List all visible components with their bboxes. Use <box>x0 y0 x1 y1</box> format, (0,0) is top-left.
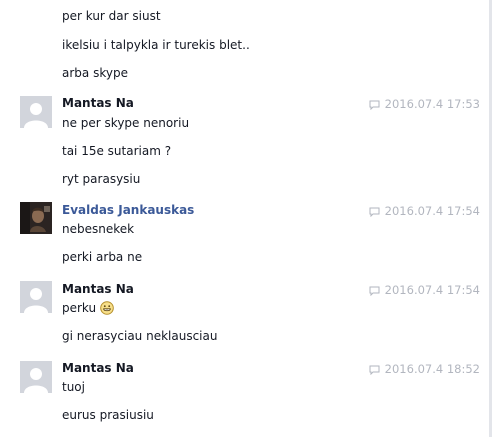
avatar[interactable] <box>20 281 52 313</box>
message-timestamp[interactable]: 2016.07.4 18:52 <box>369 361 480 377</box>
message-text: ne per skype nenoriu <box>62 116 190 130</box>
message-text: perku <box>62 301 97 315</box>
sender-name[interactable]: Mantas Na <box>62 95 134 111</box>
chat-bubble-icon <box>369 100 380 110</box>
grin-emoji-icon <box>100 301 114 315</box>
message-text: eurus prasiusiu <box>62 408 154 422</box>
timestamp-text: 2016.07.4 17:54 <box>384 283 480 297</box>
sender-name[interactable]: Evaldas Jankauskas <box>62 202 194 218</box>
timestamp-text: 2016.07.4 17:54 <box>384 204 480 218</box>
timestamp-text: 2016.07.4 18:52 <box>384 362 480 376</box>
chat-bubble-icon <box>369 286 380 296</box>
sender-name[interactable]: Mantas Na <box>62 281 134 297</box>
avatar[interactable] <box>20 96 52 128</box>
message-text: per kur dar siust <box>62 9 161 23</box>
chat-bubble-icon <box>369 365 380 375</box>
avatar[interactable] <box>20 202 52 234</box>
message-text: tuoj <box>62 380 85 394</box>
message-with-emoji: perku <box>62 300 114 316</box>
profile-photo-icon <box>20 202 52 234</box>
message-text: tai 15e sutariam ? <box>62 144 172 158</box>
default-avatar-icon <box>20 96 52 128</box>
chat-bubble-icon <box>369 207 380 217</box>
message-text: gi nerasyciau neklausciau <box>62 329 218 343</box>
message-timestamp[interactable]: 2016.07.4 17:54 <box>369 282 480 298</box>
message-timestamp[interactable]: 2016.07.4 17:53 <box>369 96 480 112</box>
message-text: ryt parasysiu <box>62 172 141 186</box>
sender-name[interactable]: Mantas Na <box>62 360 134 376</box>
default-avatar-icon <box>20 361 52 393</box>
message-text: arba skype <box>62 66 128 80</box>
message-timestamp[interactable]: 2016.07.4 17:54 <box>369 203 480 219</box>
message-text: ikelsiu i talpykla ir turekis blet.. <box>62 38 250 52</box>
timestamp-text: 2016.07.4 17:53 <box>384 97 480 111</box>
message-text: perki arba ne <box>62 250 143 264</box>
avatar[interactable] <box>20 361 52 393</box>
message-text: nebesnekek <box>62 222 135 236</box>
default-avatar-icon <box>20 281 52 313</box>
